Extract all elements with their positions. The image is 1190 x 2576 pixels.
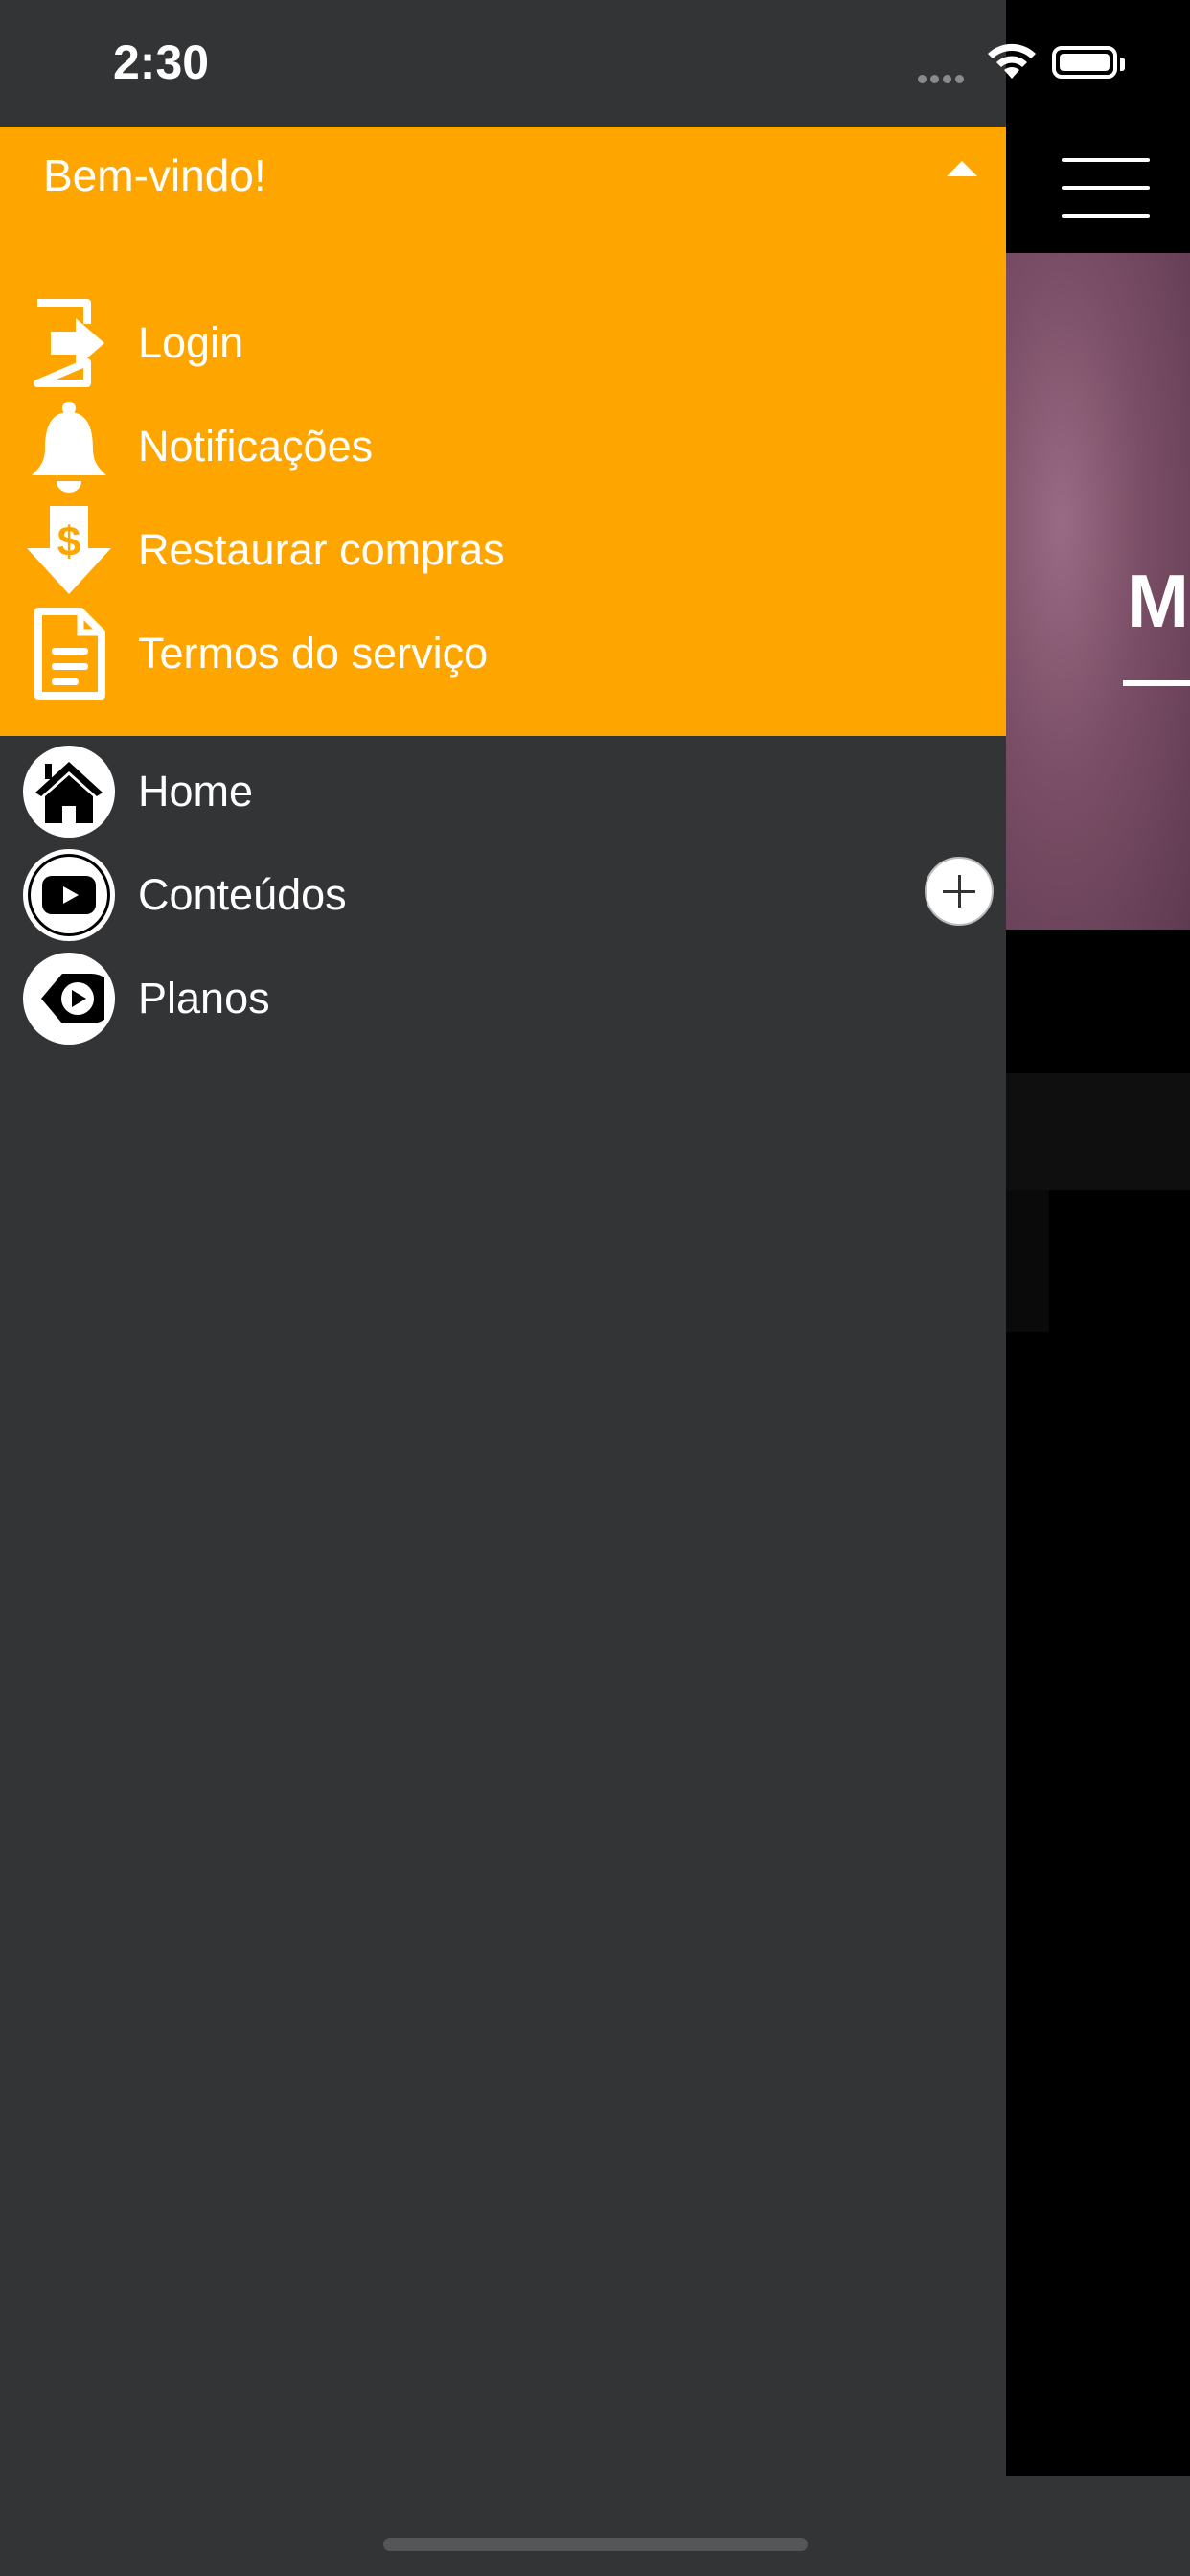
youtube-play-icon xyxy=(21,843,117,947)
menu-label: Home xyxy=(138,767,254,816)
menu-label: Restaurar compras xyxy=(138,525,505,574)
menu-item-terms[interactable]: Termos do serviço xyxy=(0,602,1006,705)
side-drawer: Bem-vindo! Login Notificações $ Restaura… xyxy=(0,126,1006,2576)
content-card[interactable] xyxy=(1006,1190,1049,1332)
wifi-icon xyxy=(988,43,1036,79)
bottom-bar xyxy=(1006,2476,1190,2576)
status-time: 2:30 xyxy=(113,35,210,89)
content-card[interactable] xyxy=(1006,1073,1190,1190)
home-icon xyxy=(21,740,117,843)
menu-label: Login xyxy=(138,318,244,367)
sidebar-item-home[interactable]: Home xyxy=(0,740,1006,843)
play-circle-icon xyxy=(21,947,117,1050)
welcome-title: Bem-vindo! xyxy=(43,150,266,200)
bell-icon xyxy=(21,395,117,498)
document-icon xyxy=(21,602,117,705)
menu-label: Planos xyxy=(138,974,270,1023)
menu-label: Notificações xyxy=(138,422,374,471)
hero-underline xyxy=(1123,680,1190,686)
login-icon xyxy=(21,291,117,395)
menu-item-restore-purchases[interactable]: $ Restaurar compras xyxy=(0,498,1006,602)
expand-plus-icon[interactable] xyxy=(925,857,994,926)
home-indicator[interactable] xyxy=(383,2538,808,2551)
menu-label: Termos do serviço xyxy=(138,629,489,678)
sidebar-item-plans[interactable]: Planos xyxy=(0,947,1006,1050)
cellular-signal-icon xyxy=(918,71,968,88)
menu-item-login[interactable]: Login xyxy=(0,291,1006,395)
svg-text:$: $ xyxy=(57,518,80,565)
battery-icon xyxy=(1052,46,1125,79)
status-bar: 2:30 xyxy=(0,0,1006,126)
hero-title: M xyxy=(1127,559,1189,643)
menu-item-notifications[interactable]: Notificações xyxy=(0,395,1006,498)
status-bar-right xyxy=(988,0,1190,126)
hero-banner[interactable]: M xyxy=(1006,253,1190,930)
drawer-header: Bem-vindo! Login Notificações $ Restaura… xyxy=(0,126,1006,736)
menu-label: Conteúdos xyxy=(138,870,347,919)
restore-purchases-icon: $ xyxy=(21,498,117,602)
hamburger-menu-icon[interactable] xyxy=(1062,158,1150,218)
sidebar-item-contents[interactable]: Conteúdos xyxy=(0,843,1006,947)
collapse-arrow-icon[interactable] xyxy=(947,161,977,176)
